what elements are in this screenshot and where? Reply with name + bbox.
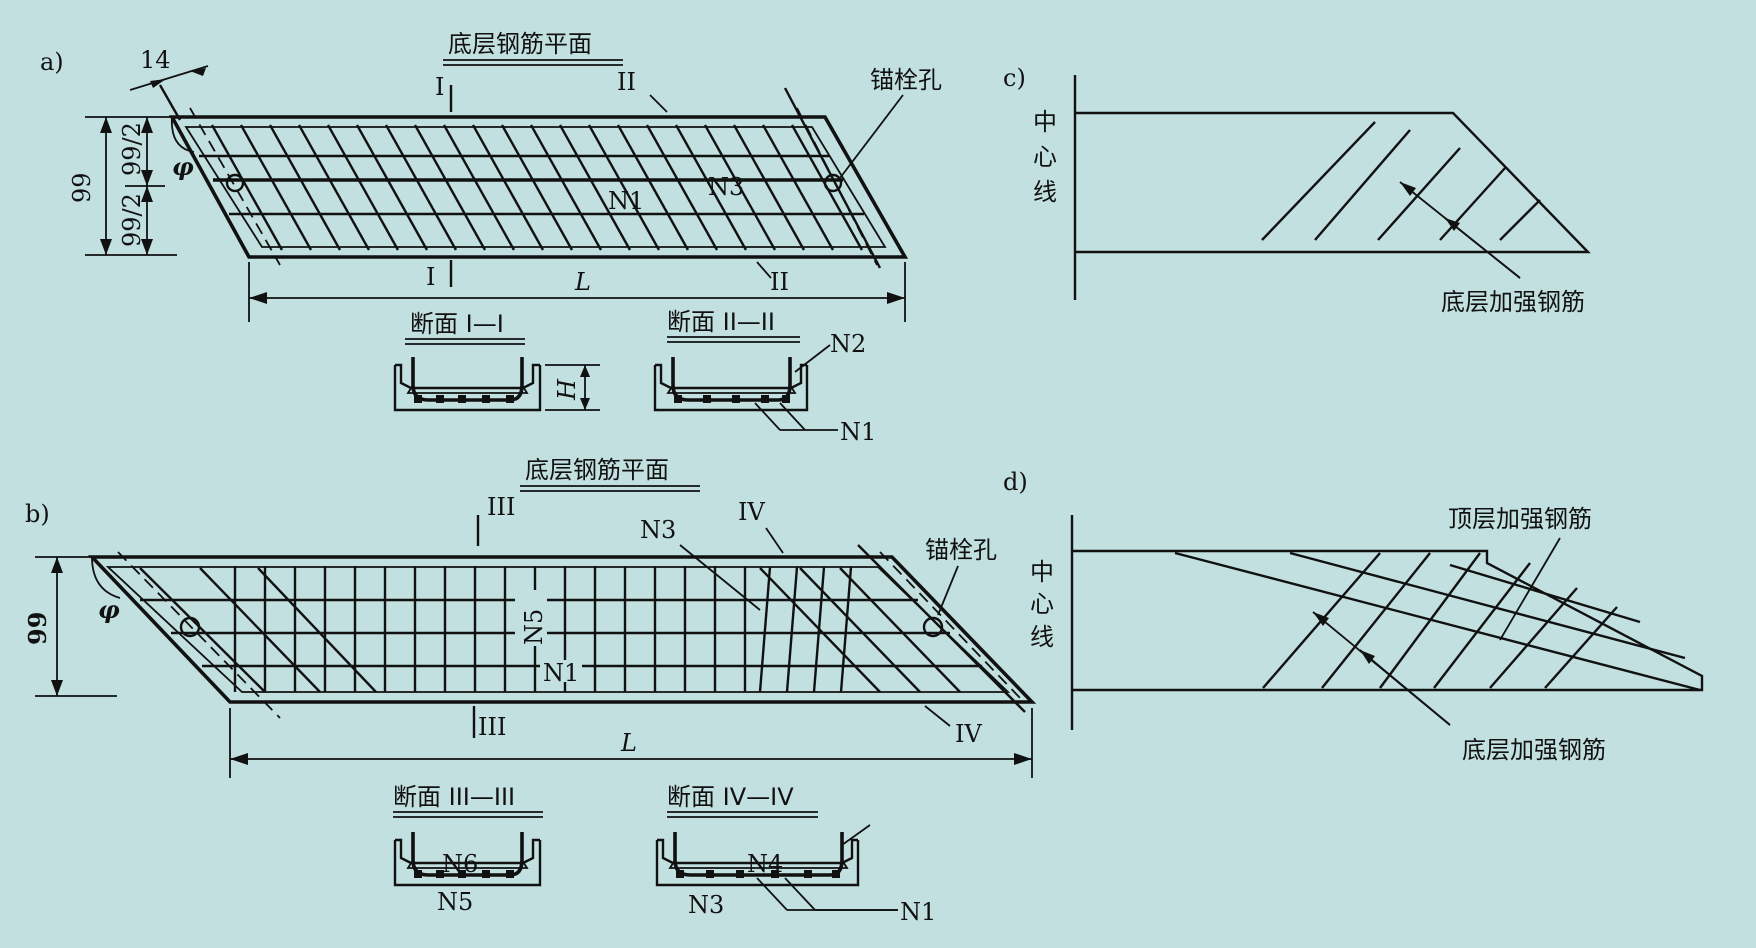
angle-b-phi: φ bbox=[98, 595, 120, 624]
section-b-3-bar bbox=[414, 870, 422, 878]
panel-c-centerline-2: 心 bbox=[1033, 143, 1057, 171]
section-mark-b-3-bottom: III bbox=[478, 713, 506, 741]
section-b-3-bar bbox=[506, 870, 514, 878]
dim-a-99-half-bottom: 99/2 bbox=[118, 193, 146, 247]
panel-c-tag: c) bbox=[1003, 64, 1026, 92]
panel-a-tag: a) bbox=[40, 48, 64, 76]
section-b-4-title: 断面 IV—IV bbox=[667, 783, 794, 811]
section-a-1-title: 断面 I—I bbox=[410, 310, 504, 338]
section-mark-a-1-bottom: I bbox=[426, 263, 435, 291]
section-b-4-bar bbox=[706, 870, 714, 878]
dim-a-14: 14 bbox=[140, 46, 171, 74]
bar-label-a-n1: N1 bbox=[608, 187, 644, 215]
dim-a-99-half-top: 99/2 bbox=[118, 122, 146, 176]
panel-d-centerline-2: 心 bbox=[1030, 590, 1054, 618]
section-b-4-n3: N3 bbox=[688, 891, 724, 919]
section-a-2-bar bbox=[761, 395, 769, 403]
panel-d-centerline-3: 线 bbox=[1030, 623, 1054, 651]
section-b-3-title: 断面 III—III bbox=[393, 783, 515, 811]
section-a-2-title: 断面 II—II bbox=[667, 308, 775, 336]
section-a-1-bar bbox=[506, 395, 514, 403]
section-b-3-n6: N6 bbox=[442, 850, 478, 878]
anchor-hole-b-label: 锚栓孔 bbox=[925, 536, 997, 564]
section-b-3-bar bbox=[482, 870, 490, 878]
section-b-4-bar bbox=[676, 870, 684, 878]
section-a-2-bar bbox=[732, 395, 740, 403]
section-b-3-n5: N5 bbox=[437, 888, 473, 916]
panel-c-centerline-3: 线 bbox=[1033, 178, 1057, 206]
section-a-2-bar bbox=[674, 395, 682, 403]
dim-b-length: L bbox=[620, 729, 637, 757]
section-a-1-bar bbox=[458, 395, 466, 403]
section-mark-a-2-bottom: II bbox=[770, 268, 789, 296]
section-a-1-bar bbox=[482, 395, 490, 403]
section-a-1-bar bbox=[414, 395, 422, 403]
section-b-4-n1: N1 bbox=[900, 898, 936, 926]
bar-label-b-n1: N1 bbox=[543, 659, 579, 687]
section-b-4-n4: N4 bbox=[747, 850, 783, 878]
panel-b-title: 底层钢筋平面 bbox=[525, 456, 669, 484]
section-a-2-bar bbox=[782, 395, 790, 403]
reinforcement-drawing: a) 底层钢筋平面 锚栓孔 I I II II N1 N3 99 99/2 99… bbox=[0, 0, 1756, 948]
section-mark-b-3-top: III bbox=[487, 493, 515, 521]
section-mark-a-1-top: I bbox=[435, 73, 444, 101]
dim-a-99: 99 bbox=[68, 172, 96, 203]
dim-a-height: H bbox=[553, 378, 581, 401]
panel-d-bottom-rebar-label: 底层加强钢筋 bbox=[1462, 736, 1606, 764]
section-mark-a-2-top: II bbox=[617, 68, 636, 96]
section-mark-b-4-top: IV bbox=[738, 498, 765, 526]
section-a-2-n1: N1 bbox=[840, 418, 876, 446]
anchor-hole-a-label: 锚栓孔 bbox=[870, 66, 942, 94]
angle-a-phi: φ bbox=[172, 152, 194, 181]
panel-a-title: 底层钢筋平面 bbox=[448, 30, 592, 58]
dim-a-length: L bbox=[574, 268, 591, 296]
panel-c-centerline-1: 中 bbox=[1033, 108, 1057, 136]
section-mark-b-4-bottom: IV bbox=[955, 720, 982, 748]
section-a-1-bar bbox=[436, 395, 444, 403]
panel-c-bottom-rebar-label: 底层加强钢筋 bbox=[1441, 288, 1585, 316]
bar-label-b-n5: N5 bbox=[520, 609, 548, 645]
section-b-4-bar bbox=[736, 870, 744, 878]
panel-d-centerline-1: 中 bbox=[1030, 558, 1054, 586]
section-a-2-bar bbox=[703, 395, 711, 403]
panel-d-tag: d) bbox=[1003, 468, 1028, 496]
dim-b-99: 99 bbox=[23, 612, 52, 645]
section-b-4-bar bbox=[804, 870, 812, 878]
bar-label-a-n3: N3 bbox=[708, 173, 744, 201]
panel-b-tag: b) bbox=[25, 500, 50, 528]
bar-label-b-n3: N3 bbox=[640, 516, 676, 544]
panel-d-top-rebar-label: 顶层加强钢筋 bbox=[1448, 505, 1592, 533]
section-b-4-bar bbox=[832, 870, 840, 878]
section-a-2-n2: N2 bbox=[830, 330, 866, 358]
